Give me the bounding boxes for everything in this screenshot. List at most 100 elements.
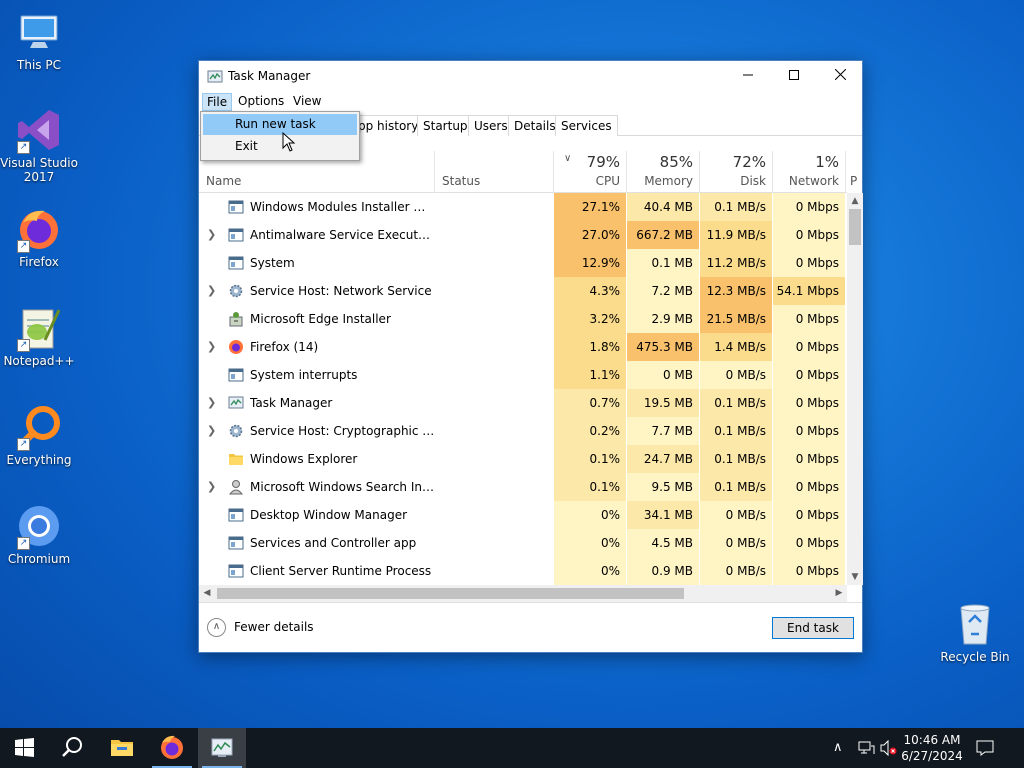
table-row[interactable]: System interrupts 1.1% 0 MB 0 MB/s 0 Mbps bbox=[199, 361, 847, 389]
memory-total: 85% bbox=[659, 153, 693, 171]
table-row[interactable]: Client Server Runtime Process 0% 0.9 MB 0 M… bbox=[199, 557, 847, 585]
shortcut-arrow-icon: ↗ bbox=[17, 339, 30, 352]
process-network: 0 Mbps bbox=[773, 249, 846, 277]
desktop-icon-notepadpp[interactable]: ↗ Notepad++ bbox=[0, 304, 78, 368]
table-row[interactable]: ❯ Microsoft Windows Search Inde... 0.1% 9.5… bbox=[199, 473, 847, 501]
table-row[interactable]: Windows Modules Installer Wor... 27.1% 40.… bbox=[199, 193, 847, 221]
minimize-button[interactable] bbox=[725, 61, 771, 91]
show-hidden-icons-chevron-icon[interactable]: ∧ bbox=[833, 740, 843, 755]
speaker-muted-icon[interactable] bbox=[880, 739, 898, 760]
notifications-icon[interactable] bbox=[976, 740, 994, 760]
process-cpu: 0.7% bbox=[554, 389, 627, 417]
table-row[interactable]: Services and Controller app 0% 4.5 MB 0 MB/… bbox=[199, 529, 847, 557]
tab-app-history[interactable]: pp history bbox=[353, 115, 425, 136]
column-header-network[interactable]: 1% Network bbox=[773, 151, 846, 193]
vertical-scroll-thumb[interactable] bbox=[849, 209, 861, 245]
column-header-memory[interactable]: 85% Memory bbox=[627, 151, 700, 193]
process-name: System bbox=[250, 256, 295, 270]
menu-view[interactable]: View bbox=[289, 93, 325, 109]
shortcut-arrow-icon: ↗ bbox=[17, 537, 30, 550]
taskbar-firefox[interactable] bbox=[148, 728, 196, 768]
scroll-left-arrow-icon[interactable]: ◀ bbox=[199, 585, 215, 602]
process-network: 0 Mbps bbox=[773, 193, 846, 221]
desktop-icon-label: Everything bbox=[6, 453, 72, 467]
process-memory: 9.5 MB bbox=[627, 473, 700, 501]
table-row[interactable]: Microsoft Edge Installer 3.2% 2.9 MB 21.5 M… bbox=[199, 305, 847, 333]
menu-options[interactable]: Options bbox=[234, 93, 288, 109]
menu-file[interactable]: File bbox=[202, 93, 233, 111]
menu-item-exit[interactable]: Exit bbox=[203, 136, 357, 157]
process-cpu: 0% bbox=[554, 501, 627, 529]
scroll-right-arrow-icon[interactable]: ▶ bbox=[831, 585, 847, 602]
desktop-icon-recycle-bin[interactable]: Recycle Bin bbox=[936, 600, 1014, 664]
network-total: 1% bbox=[815, 153, 839, 171]
start-button[interactable] bbox=[0, 728, 48, 768]
expand-chevron-icon[interactable]: ❯ bbox=[207, 340, 217, 353]
scroll-down-arrow-icon[interactable]: ▼ bbox=[847, 569, 863, 585]
title-bar[interactable]: Task Manager bbox=[199, 61, 862, 91]
process-network: 0 Mbps bbox=[773, 557, 846, 585]
expand-chevron-icon[interactable]: ❯ bbox=[207, 228, 217, 241]
table-row[interactable]: System 12.9% 0.1 MB 11.2 MB/s 0 Mbps bbox=[199, 249, 847, 277]
taskbar-file-explorer[interactable] bbox=[98, 728, 146, 768]
table-row[interactable]: ❯ Service Host: Network Service 4.3% 7.2 MB… bbox=[199, 277, 847, 305]
service-window-icon bbox=[228, 535, 244, 551]
desktop-icon-firefox[interactable]: ↗ Firefox bbox=[0, 205, 78, 269]
service-window-icon bbox=[228, 255, 244, 271]
close-button[interactable] bbox=[817, 61, 863, 91]
table-row[interactable]: ❯ Task Manager 0.7% 19.5 MB 0.1 MB/s 0 Mbps bbox=[199, 389, 847, 417]
taskbar-search-button[interactable] bbox=[48, 728, 96, 768]
network-icon[interactable] bbox=[857, 740, 875, 760]
horizontal-scroll-thumb[interactable] bbox=[217, 588, 684, 599]
taskbar-task-manager[interactable] bbox=[198, 728, 246, 768]
horizontal-scrollbar[interactable]: ◀ ▶ bbox=[199, 585, 847, 602]
table-row[interactable]: ❯ Antimalware Service Executable 27.0% 667.… bbox=[199, 221, 847, 249]
menu-item-run-new-task[interactable]: Run new task bbox=[203, 114, 357, 135]
end-task-button[interactable]: End task bbox=[772, 617, 854, 639]
process-name: Service Host: Network Service bbox=[250, 284, 432, 298]
firefox-icon bbox=[228, 339, 244, 355]
tab-startup[interactable]: Startup bbox=[417, 115, 474, 136]
expand-chevron-icon[interactable]: ❯ bbox=[207, 480, 217, 493]
expand-chevron-icon[interactable]: ❯ bbox=[207, 424, 217, 437]
close-icon bbox=[834, 68, 846, 81]
process-name: Windows Modules Installer Wor... bbox=[250, 200, 435, 214]
process-network: 0 Mbps bbox=[773, 473, 846, 501]
column-header-cpu[interactable]: ∨ 79% CPU bbox=[554, 151, 627, 193]
tab-services[interactable]: Services bbox=[555, 115, 618, 136]
chevron-up-icon: ∧ bbox=[207, 618, 226, 637]
windows-logo-icon bbox=[15, 738, 34, 757]
process-network: 0 Mbps bbox=[773, 361, 846, 389]
process-memory: 7.7 MB bbox=[627, 417, 700, 445]
process-name: Task Manager bbox=[250, 396, 333, 410]
table-row[interactable]: ❯ Firefox (14) 1.8% 475.3 MB 1.4 MB/s 0 Mbps bbox=[199, 333, 847, 361]
maximize-icon bbox=[789, 70, 799, 80]
table-row[interactable]: Windows Explorer 0.1% 24.7 MB 0.1 MB/s 0 Mbp… bbox=[199, 445, 847, 473]
desktop-icon-visual-studio[interactable]: ↗ Visual Studio 2017 bbox=[0, 106, 78, 184]
column-header-disk[interactable]: 72% Disk bbox=[700, 151, 773, 193]
maximize-button[interactable] bbox=[771, 61, 817, 91]
process-name: Windows Explorer bbox=[250, 452, 358, 466]
service-window-icon bbox=[228, 507, 244, 523]
table-row[interactable]: ❯ Service Host: Cryptographic Ser... 0.2% 7… bbox=[199, 417, 847, 445]
desktop-icon-this-pc[interactable]: This PC bbox=[0, 8, 78, 72]
tab-users[interactable]: Users bbox=[468, 115, 514, 136]
process-disk: 0 MB/s bbox=[700, 361, 773, 389]
process-memory: 19.5 MB bbox=[627, 389, 700, 417]
column-header-status[interactable]: Status bbox=[435, 151, 554, 193]
process-memory: 0.1 MB bbox=[627, 249, 700, 277]
scroll-up-arrow-icon[interactable]: ▲ bbox=[847, 193, 863, 209]
table-row[interactable]: Desktop Window Manager 0% 34.1 MB 0 MB/s 0 M… bbox=[199, 501, 847, 529]
process-disk: 0 MB/s bbox=[700, 529, 773, 557]
system-clock[interactable]: 10:46 AM 6/27/2024 bbox=[900, 732, 964, 764]
desktop-icon-chromium[interactable]: ↗ Chromium bbox=[0, 502, 78, 566]
desktop-icon-everything[interactable]: ↗ Everything bbox=[0, 403, 78, 467]
tab-details[interactable]: Details bbox=[508, 115, 562, 136]
process-network: 0 Mbps bbox=[773, 417, 846, 445]
expand-chevron-icon[interactable]: ❯ bbox=[207, 284, 217, 297]
search-indexer-icon bbox=[228, 479, 244, 495]
vertical-scrollbar[interactable]: ▲ ▼ bbox=[847, 193, 863, 585]
column-header-power[interactable]: P bbox=[846, 151, 860, 193]
expand-chevron-icon[interactable]: ❯ bbox=[207, 396, 217, 409]
desktop-icon-label: Firefox bbox=[19, 255, 59, 269]
